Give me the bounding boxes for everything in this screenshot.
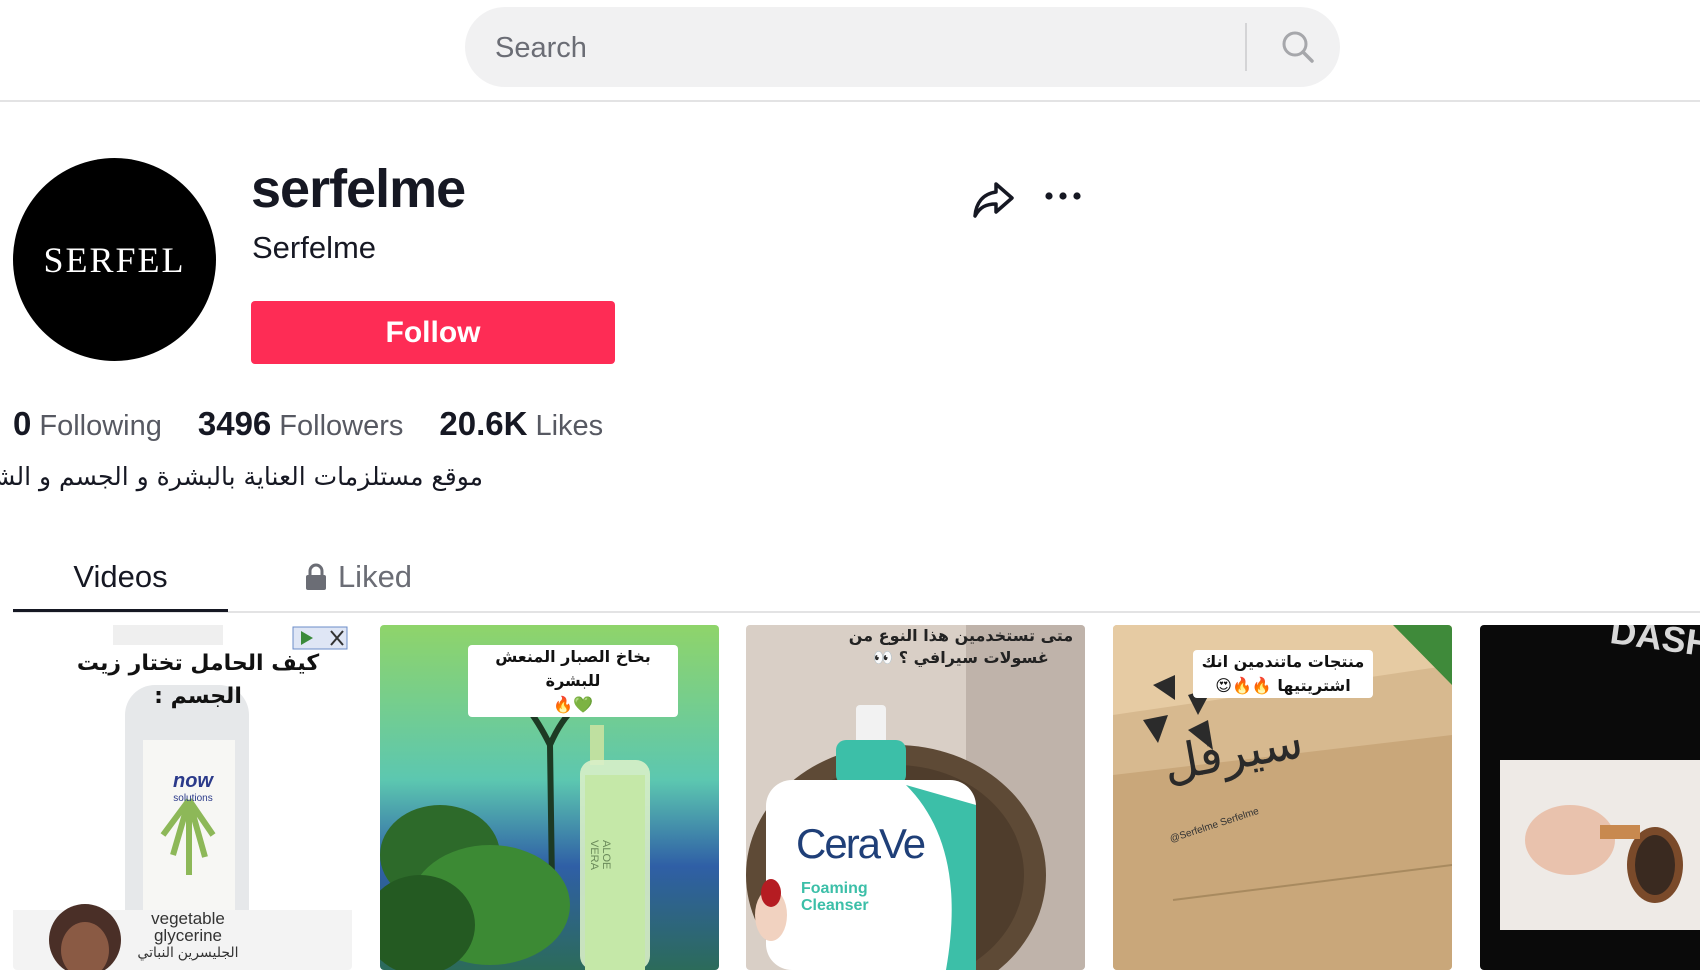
avatar[interactable]: SERFEL: [13, 158, 216, 361]
following-label: Following: [39, 410, 162, 442]
share-button[interactable]: [970, 176, 1016, 222]
search-icon: [1282, 31, 1314, 63]
product-label-text: Foaming Cleanser: [801, 880, 869, 914]
profile-stats: 0 Following 3496 Followers 20.6K Likes: [13, 404, 639, 444]
likes-stat: 20.6K Likes: [439, 405, 603, 443]
video-caption: متى تستخدمين هذا النوع من غسولات سيرافي …: [846, 625, 1076, 669]
tab-liked-label: Liked: [337, 559, 413, 594]
video-card[interactable]: متى تستخدمين هذا النوع من غسولات سيرافي …: [746, 625, 1085, 970]
likes-count: 20.6K: [439, 405, 528, 442]
following-count: 0: [13, 405, 32, 442]
product-label-line: الجليسرين النباتي: [137, 944, 239, 960]
profile-username: serfelme: [251, 159, 466, 219]
tab-liked[interactable]: Liked: [283, 545, 433, 609]
tab-videos[interactable]: Videos: [13, 545, 228, 612]
video-card[interactable]: منتجات ماتندمين انك اشتريتيها 🔥🔥😍 سيرفل …: [1113, 625, 1452, 970]
product-label-line: Cleanser: [801, 897, 869, 914]
followers-stat[interactable]: 3496 Followers: [198, 405, 404, 443]
video-caption: منتجات ماتندمين انك اشتريتيها 🔥🔥😍: [1193, 650, 1373, 698]
product-label-brand: CeraVe: [796, 820, 926, 867]
caption-line: اشتريتيها 🔥🔥😍: [1215, 676, 1351, 695]
lock-icon: [305, 563, 326, 590]
caption-line: بخاخ الصبار المنعش للبشرة: [495, 647, 651, 690]
product-label-line: vegetable: [151, 909, 225, 928]
video-grid: كيف الحامل تختار زيت الجسم : now solutio…: [13, 625, 1700, 970]
follow-button[interactable]: Follow: [251, 301, 615, 364]
top-bar: [0, 0, 1700, 102]
more-options-button[interactable]: [1040, 176, 1086, 216]
caption-line: متى تستخدمين هذا النوع من: [848, 626, 1074, 645]
product-label-text: ALOE VERA: [588, 840, 612, 870]
caption-line: 💚🔥: [553, 695, 593, 714]
following-stat[interactable]: 0 Following: [13, 405, 162, 443]
search-button[interactable]: [1255, 7, 1340, 87]
likes-label: Likes: [535, 410, 604, 442]
product-label-brand: now: [173, 770, 213, 792]
product-label-line: Foaming: [801, 880, 868, 897]
caption-line: غسولات سيرافي ؟ 👀: [873, 648, 1049, 667]
caption-line: منتجات ماتندمين انك: [1201, 652, 1365, 671]
share-icon: [973, 182, 1014, 218]
caption-line: الجسم :: [154, 684, 242, 709]
profile-nickname: Serfelme: [252, 230, 377, 265]
followers-count: 3496: [197, 405, 272, 442]
product-label-sub: solutions: [173, 793, 213, 804]
video-card[interactable]: DASH: [1480, 625, 1700, 970]
product-label-line: glycerine: [153, 926, 223, 945]
bio-text: موقع مستلزمات العناية بالبشرة و الجسم و …: [0, 462, 483, 491]
profile-tabs: Videos Liked: [13, 545, 1700, 613]
video-thumbnail: [746, 625, 1085, 970]
video-card[interactable]: كيف الحامل تختار زيت الجسم : now solutio…: [13, 625, 352, 970]
search-input[interactable]: [493, 7, 1277, 89]
product-label-text: vegetable glycerine الجليسرين النباتي: [133, 910, 243, 961]
caption-line: كيف الحامل تختار زيت: [76, 651, 320, 676]
followers-label: Followers: [279, 410, 404, 442]
search-divider: [1245, 23, 1247, 71]
more-icon: [1045, 192, 1081, 200]
tab-videos-label: Videos: [73, 559, 168, 594]
video-card[interactable]: بخاخ الصبار المنعش للبشرة 💚🔥 ALOE VERA: [380, 625, 719, 970]
profile-bio: موقع مستلزمات العناية بالبشرة و الجسم و …: [0, 462, 483, 502]
video-caption: بخاخ الصبار المنعش للبشرة 💚🔥: [468, 645, 678, 717]
avatar-logo-text: SERFEL: [43, 239, 186, 280]
video-caption: كيف الحامل تختار زيت الجسم :: [53, 647, 343, 713]
search-bar: [465, 7, 1340, 89]
video-thumbnail: [1480, 625, 1700, 970]
